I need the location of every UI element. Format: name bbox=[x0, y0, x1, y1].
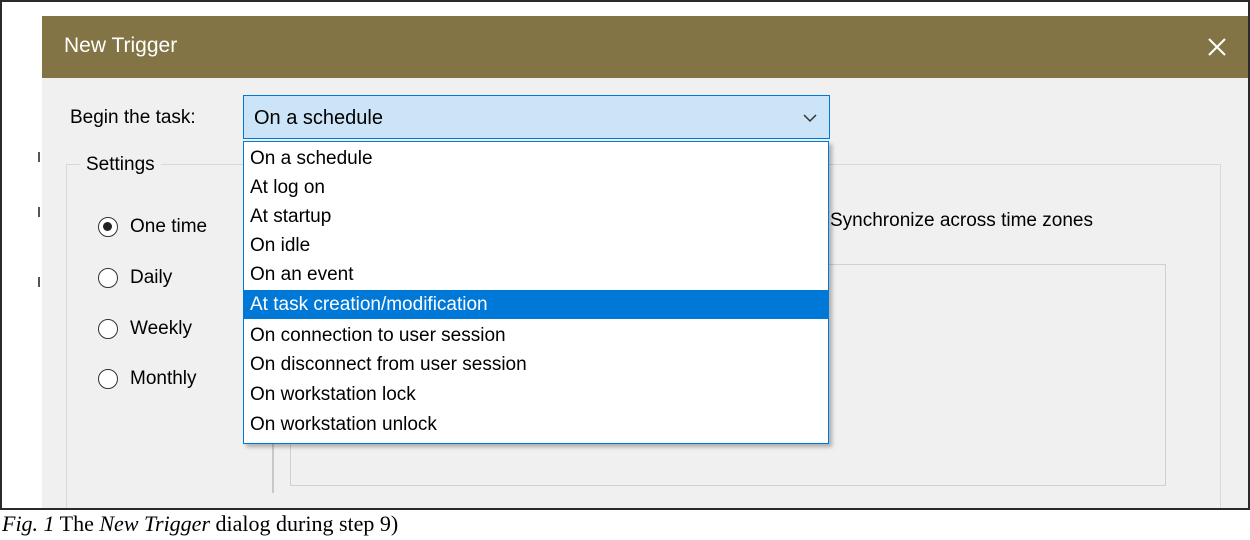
begin-task-combobox[interactable]: On a schedule bbox=[243, 95, 830, 139]
radio-label: One time bbox=[130, 216, 208, 237]
background-window-edge bbox=[2, 2, 40, 508]
dropdown-option[interactable]: At startup bbox=[244, 202, 828, 231]
close-icon bbox=[1208, 38, 1226, 56]
dialog-title-bar[interactable]: New Trigger bbox=[42, 16, 1248, 78]
dropdown-option[interactable]: On disconnect from user session bbox=[244, 350, 828, 379]
begin-task-label: Begin the task: bbox=[70, 107, 196, 128]
figure-caption: Fig. 1 The New Trigger dialog during ste… bbox=[2, 511, 398, 537]
caption-text: The bbox=[54, 511, 100, 536]
synchronize-label[interactable]: Synchronize across time zones bbox=[830, 210, 1093, 232]
close-button[interactable] bbox=[1186, 16, 1248, 78]
dropdown-option[interactable]: On a schedule bbox=[244, 144, 828, 173]
edge-mark bbox=[38, 277, 40, 287]
begin-task-value: On a schedule bbox=[254, 107, 383, 129]
settings-legend: Settings bbox=[80, 154, 161, 176]
radio-label: Daily bbox=[130, 267, 173, 288]
radio-monthly[interactable]: Monthly bbox=[98, 368, 197, 390]
radio-button-checked[interactable] bbox=[98, 217, 118, 237]
radio-one-time[interactable]: One time bbox=[98, 216, 207, 238]
dropdown-option[interactable]: On workstation lock bbox=[244, 380, 828, 409]
dropdown-option[interactable]: On workstation unlock bbox=[244, 410, 828, 439]
dropdown-option[interactable]: On connection to user session bbox=[244, 321, 828, 350]
figure-number: Fig. 1 bbox=[2, 511, 55, 536]
begin-task-dropdown-list[interactable]: On a schedule At log on At startup On id… bbox=[243, 141, 829, 444]
radio-button[interactable] bbox=[98, 319, 118, 339]
radio-button[interactable] bbox=[98, 268, 118, 288]
radio-weekly[interactable]: Weekly bbox=[98, 318, 192, 340]
dropdown-option[interactable]: On an event bbox=[244, 260, 828, 289]
caption-emphasis: New Trigger bbox=[99, 511, 211, 536]
dialog-title: New Trigger bbox=[64, 34, 178, 57]
edge-mark bbox=[38, 152, 40, 162]
screenshot-frame: New Trigger Begin the task: On a schedul… bbox=[0, 0, 1250, 510]
caption-text-end: dialog during step 9) bbox=[210, 511, 399, 536]
chevron-down-icon[interactable] bbox=[801, 109, 819, 127]
edge-mark bbox=[38, 207, 40, 217]
radio-button[interactable] bbox=[98, 369, 118, 389]
radio-label: Weekly bbox=[130, 318, 192, 339]
dropdown-option[interactable]: At log on bbox=[244, 173, 828, 202]
radio-daily[interactable]: Daily bbox=[98, 267, 172, 289]
dropdown-option[interactable]: On idle bbox=[244, 231, 828, 260]
radio-label: Monthly bbox=[130, 368, 197, 389]
dropdown-option-highlighted[interactable]: At task creation/modification bbox=[244, 290, 828, 319]
